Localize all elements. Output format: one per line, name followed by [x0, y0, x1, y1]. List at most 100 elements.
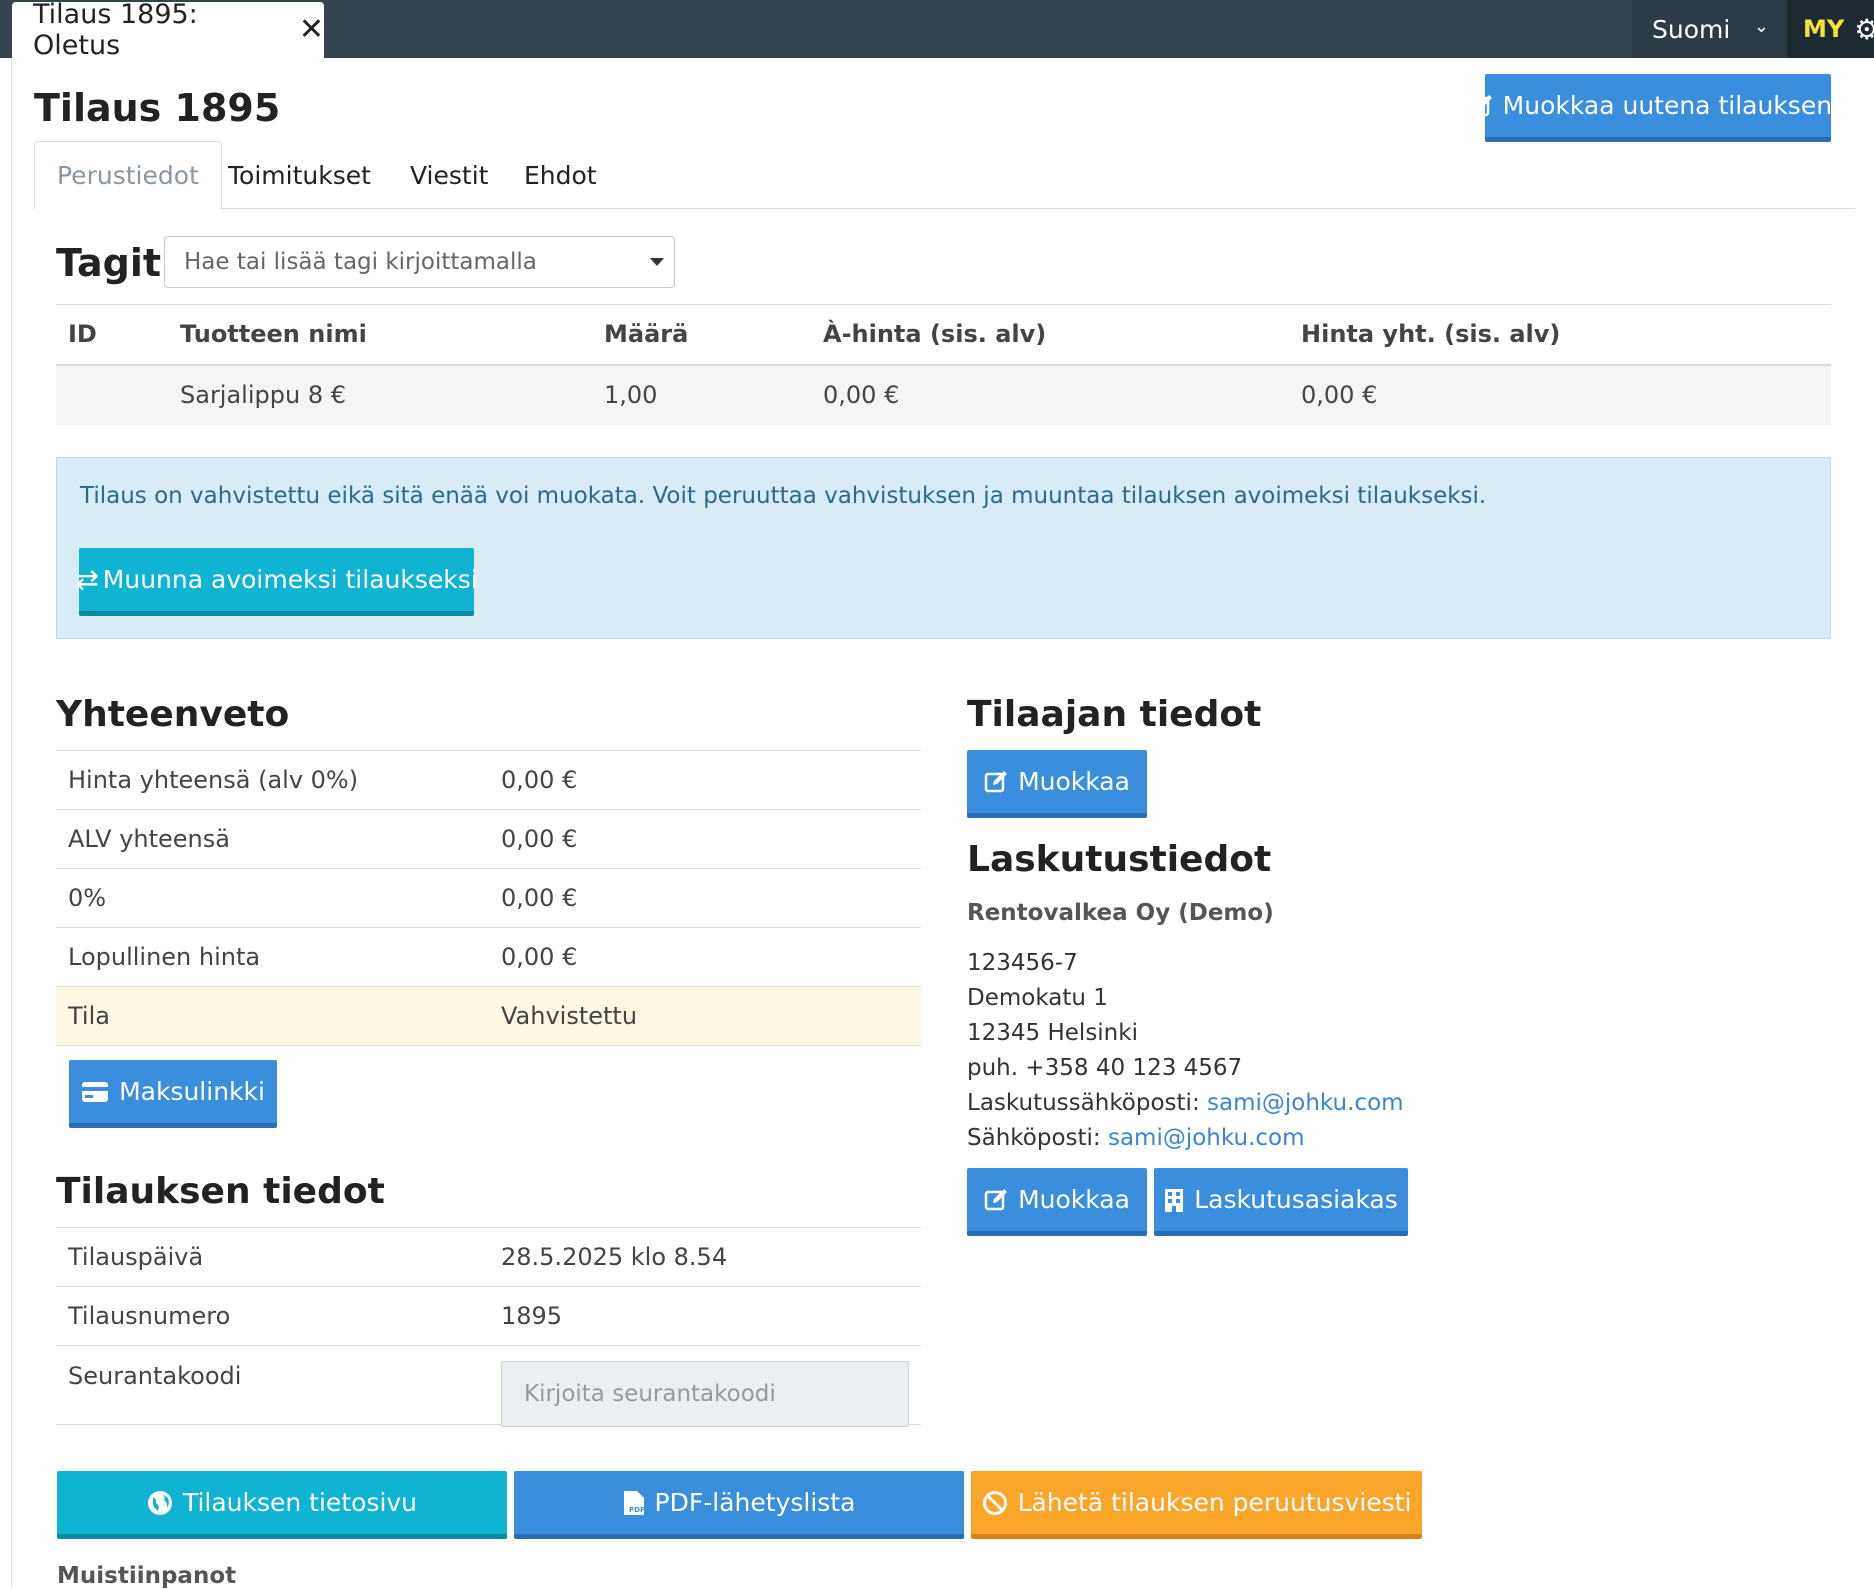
- page-title: Tilaus 1895: [34, 86, 281, 130]
- product-unit-price: 0,00 €: [811, 364, 1289, 425]
- tag-search-select[interactable]: Hae tai lisää tagi kirjoittamalla: [164, 236, 675, 288]
- user-menu[interactable]: MY ⚙: [1787, 0, 1874, 58]
- table-row: Tilausnumero 1895: [56, 1286, 921, 1346]
- table-row: ALV yhteensä 0,00 €: [56, 809, 921, 869]
- tab-label: Perustiedot: [57, 161, 199, 190]
- tag-search-placeholder: Hae tai lisää tagi kirjoittamalla: [184, 249, 537, 275]
- confirmed-order-alert: Tilaus on vahvistettu eikä sitä enää voi…: [56, 457, 1831, 639]
- send-cancellation-button[interactable]: Lähetä tilauksen peruutusviesti: [971, 1471, 1422, 1539]
- tracking-code-input[interactable]: Kirjoita seurantakoodi: [501, 1361, 909, 1427]
- order-info-title: Tilauksen tiedot: [56, 1171, 385, 1212]
- edit-billing-label: Muokkaa: [1018, 1185, 1130, 1214]
- billing-email-link[interactable]: sami@johku.com: [1207, 1090, 1404, 1116]
- edit-billing-button[interactable]: Muokkaa: [967, 1168, 1147, 1236]
- product-table: ID Tuotteen nimi Määrä À-hinta (sis. alv…: [56, 304, 1831, 425]
- billing-email-label: Laskutussähköposti:: [967, 1090, 1208, 1116]
- edit-as-new-order-label: Muokkaa uutena tilauksena: [1502, 91, 1848, 120]
- ban-icon: [982, 1490, 1008, 1516]
- table-row: Lopullinen hinta 0,00 €: [56, 927, 921, 987]
- payment-link-button[interactable]: Maksulinkki: [69, 1060, 277, 1128]
- product-name: Sarjalippu 8 €: [168, 364, 592, 425]
- summary-value: 0,00 €: [489, 750, 921, 810]
- gear-icon[interactable]: ⚙: [1854, 13, 1874, 46]
- pdf-packing-list-label: PDF-lähetyslista: [654, 1488, 856, 1517]
- edit-icon: [1469, 94, 1493, 118]
- email-link[interactable]: sami@johku.com: [1108, 1125, 1305, 1151]
- summary-table: Hinta yhteensä (alv 0%) 0,00 € ALV yhteen…: [56, 750, 921, 1046]
- convert-to-open-button[interactable]: ⇄ Muunna avoimeksi tilaukseksi: [75, 548, 478, 616]
- tab-toimitukset[interactable]: Toimitukset: [228, 141, 371, 209]
- edit-as-new-order-button[interactable]: Muokkaa uutena tilauksena: [1469, 74, 1847, 142]
- summary-label: Hinta yhteensä (alv 0%): [56, 750, 489, 810]
- order-info-label: Seurantakoodi: [56, 1345, 489, 1425]
- language-selector[interactable]: Suomi ⌄: [1632, 0, 1787, 58]
- document-tab-title: Tilaus 1895: Oletus: [33, 0, 198, 61]
- order-page: Tilaus 1895 Muokkaa uutena tilauksena Pe…: [11, 58, 1874, 1589]
- status-label: Tila: [56, 986, 489, 1046]
- tab-bar: Perustiedot Toimitukset Viestit Ehdot: [34, 141, 1855, 210]
- summary-label: ALV yhteensä: [56, 809, 489, 869]
- summary-value: 0,00 €: [489, 927, 921, 987]
- pdf-packing-list-button[interactable]: PDF PDF-lähetyslista: [514, 1471, 964, 1539]
- document-tab[interactable]: Tilaus 1895: Oletus ✕: [12, 0, 324, 61]
- column-header: Määrä: [592, 304, 811, 366]
- convert-to-open-label: Muunna avoimeksi tilaukseksi: [102, 565, 478, 594]
- billing-customer-button[interactable]: Laskutusasiakas: [1154, 1168, 1408, 1236]
- phone: puh. +358 40 123 4567: [967, 1055, 1243, 1081]
- status-row: Tila Vahvistettu: [56, 986, 921, 1046]
- edit-icon: [984, 1188, 1008, 1212]
- order-info-label: Tilausnumero: [56, 1286, 489, 1346]
- column-header: Hinta yht. (sis. alv): [1289, 304, 1831, 366]
- top-bar: Tilaus 1895: Oletus ✕ Suomi ⌄ MY ⚙: [0, 0, 1874, 61]
- billing-email-line: Laskutussähköposti: sami@johku.com: [967, 1086, 1404, 1121]
- pdf-file-icon: PDF: [623, 1490, 645, 1516]
- billing-address-block: 123456-7 Demokatu 1 12345 Helsinki puh. …: [967, 946, 1404, 1156]
- svg-text:PDF: PDF: [629, 1506, 645, 1514]
- status-badge: Vahvistettu: [489, 986, 921, 1046]
- billing-company: Rentovalkea Oy (Demo): [967, 900, 1274, 926]
- order-info-label: Tilauspäivä: [56, 1227, 489, 1287]
- edit-icon: [984, 770, 1008, 794]
- summary-label: Lopullinen hinta: [56, 927, 489, 987]
- credit-card-icon: [81, 1081, 109, 1103]
- order-info-page-label: Tilauksen tietosivu: [182, 1488, 418, 1517]
- language-label: Suomi: [1652, 14, 1731, 44]
- column-header: À-hinta (sis. alv): [811, 304, 1289, 366]
- close-icon[interactable]: ✕: [299, 15, 324, 45]
- billing-title: Laskutustiedot: [967, 839, 1272, 880]
- billing-customer-label: Laskutusasiakas: [1194, 1185, 1398, 1214]
- product-table-header: ID Tuotteen nimi Määrä À-hinta (sis. alv…: [56, 304, 1831, 366]
- tab-label: Viestit: [410, 160, 489, 190]
- tab-perustiedot[interactable]: Perustiedot: [34, 141, 222, 210]
- edit-customer-button[interactable]: Muokkaa: [967, 750, 1147, 818]
- column-header: ID: [56, 304, 168, 366]
- globe-icon: [147, 1490, 173, 1516]
- product-total: 0,00 €: [1289, 364, 1831, 425]
- alert-text: Tilaus on vahvistettu eikä sitä enää voi…: [80, 483, 1487, 509]
- table-row: Hinta yhteensä (alv 0%) 0,00 €: [56, 750, 921, 810]
- order-info-page-button[interactable]: Tilauksen tietosivu: [57, 1471, 507, 1539]
- payment-link-label: Maksulinkki: [119, 1077, 265, 1106]
- street-address: Demokatu 1: [967, 985, 1108, 1011]
- city: 12345 Helsinki: [967, 1020, 1138, 1046]
- customer-title: Tilaajan tiedot: [967, 694, 1262, 735]
- tab-ehdot[interactable]: Ehdot: [524, 141, 597, 209]
- order-number: 1895: [489, 1286, 921, 1346]
- caret-down-icon: [650, 258, 664, 266]
- email-label: Sähköposti:: [967, 1125, 1108, 1151]
- table-row: Sarjalippu 8 € 1,00 0,00 € 0,00 €: [56, 364, 1831, 425]
- tab-label: Toimitukset: [228, 160, 371, 190]
- user-initials: MY: [1803, 15, 1845, 43]
- column-header: Tuotteen nimi: [168, 304, 592, 366]
- table-row: Tilauspäivä 28.5.2025 klo 8.54: [56, 1227, 921, 1287]
- tab-viestit[interactable]: Viestit: [410, 141, 488, 209]
- summary-title: Yhteenveto: [56, 694, 290, 735]
- swap-arrows-icon: ⇄: [75, 563, 99, 596]
- chevron-down-icon: ⌄: [1753, 16, 1769, 37]
- email-line: Sähköposti: sami@johku.com: [967, 1121, 1404, 1156]
- table-row: 0% 0,00 €: [56, 868, 921, 928]
- building-icon: [1164, 1188, 1184, 1212]
- notes-title: Muistiinpanot: [57, 1563, 237, 1589]
- tab-label: Ehdot: [524, 160, 597, 190]
- order-date: 28.5.2025 klo 8.54: [489, 1227, 921, 1287]
